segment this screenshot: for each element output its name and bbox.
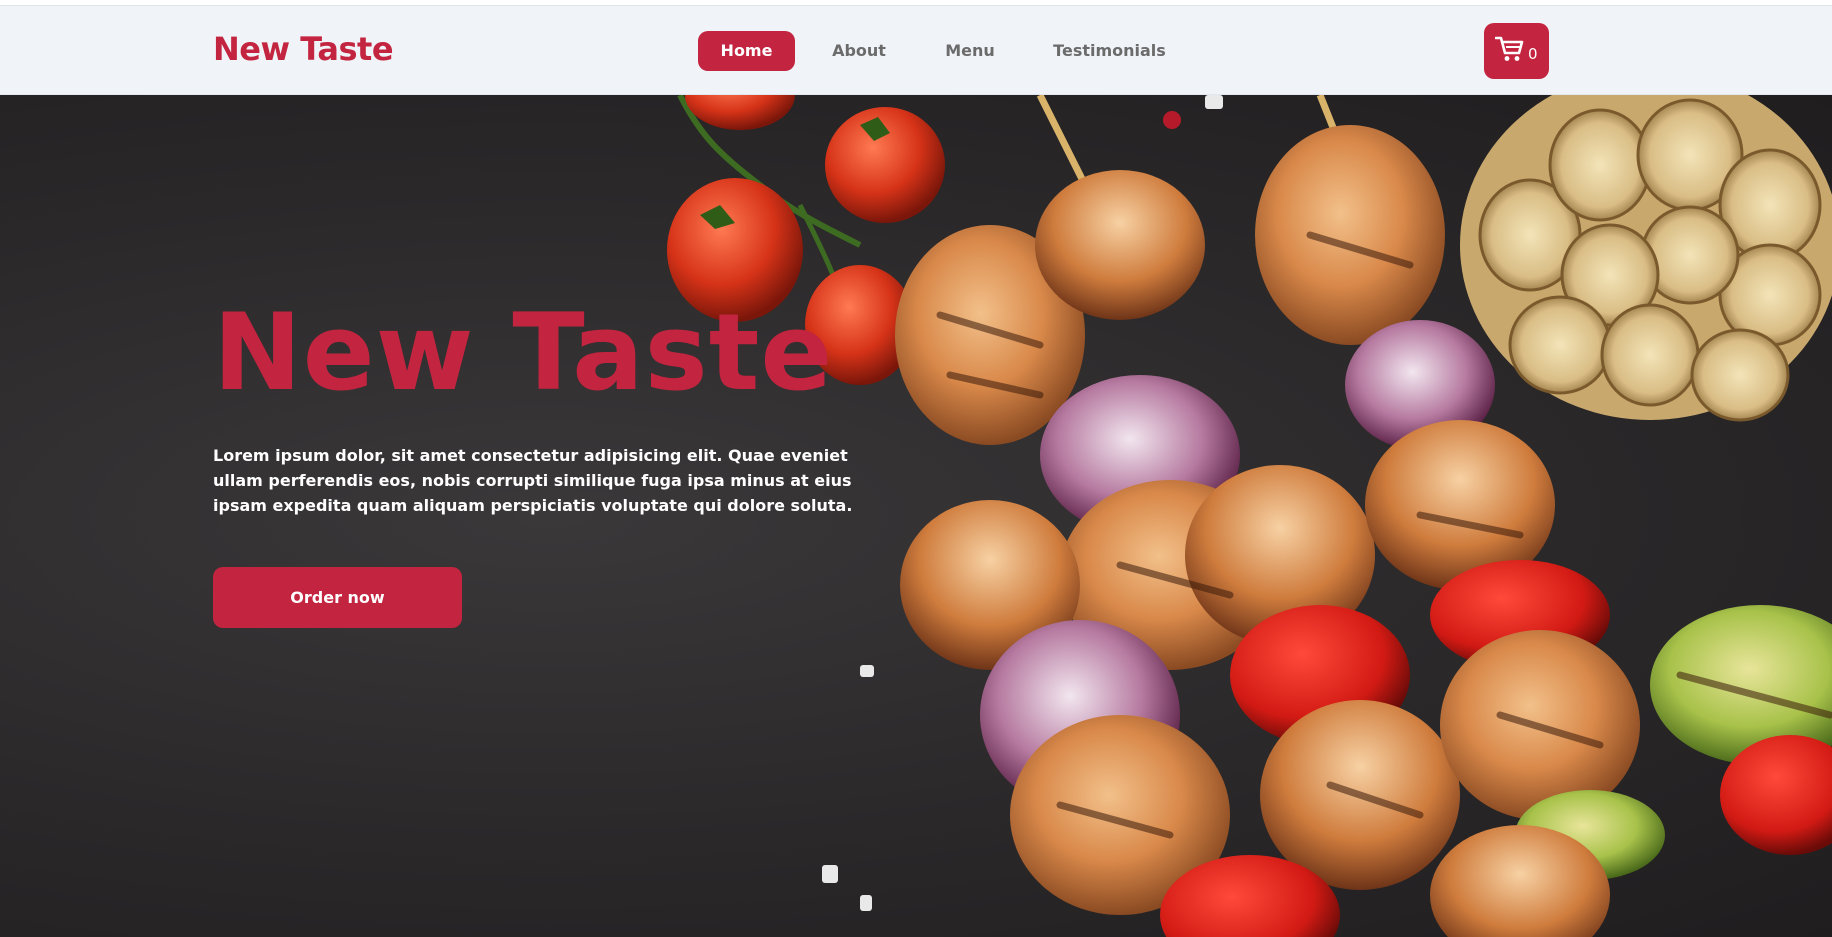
nav-link-menu[interactable]: Menu bbox=[930, 31, 1010, 71]
nav-link-testimonials[interactable]: Testimonials bbox=[1047, 31, 1172, 71]
order-now-button[interactable]: Order now bbox=[213, 567, 462, 628]
hero-title: New Taste bbox=[213, 291, 834, 414]
navbar: New Taste Home About Menu Testimonials 0 bbox=[0, 6, 1832, 95]
hero-section: New Taste Lorem ipsum dolor, sit amet co… bbox=[0, 95, 1832, 937]
page: New Taste Home About Menu Testimonials 0 bbox=[0, 0, 1832, 937]
cart-count-badge: 0 bbox=[1528, 45, 1538, 63]
hero-description: Lorem ipsum dolor, sit amet consectetur … bbox=[213, 446, 853, 515]
nav-link-about[interactable]: About bbox=[820, 31, 898, 71]
cart-button[interactable]: 0 bbox=[1484, 23, 1549, 79]
nav-link-home[interactable]: Home bbox=[698, 31, 795, 71]
cart-icon bbox=[1495, 36, 1524, 61]
brand-logo[interactable]: New Taste bbox=[213, 30, 394, 68]
